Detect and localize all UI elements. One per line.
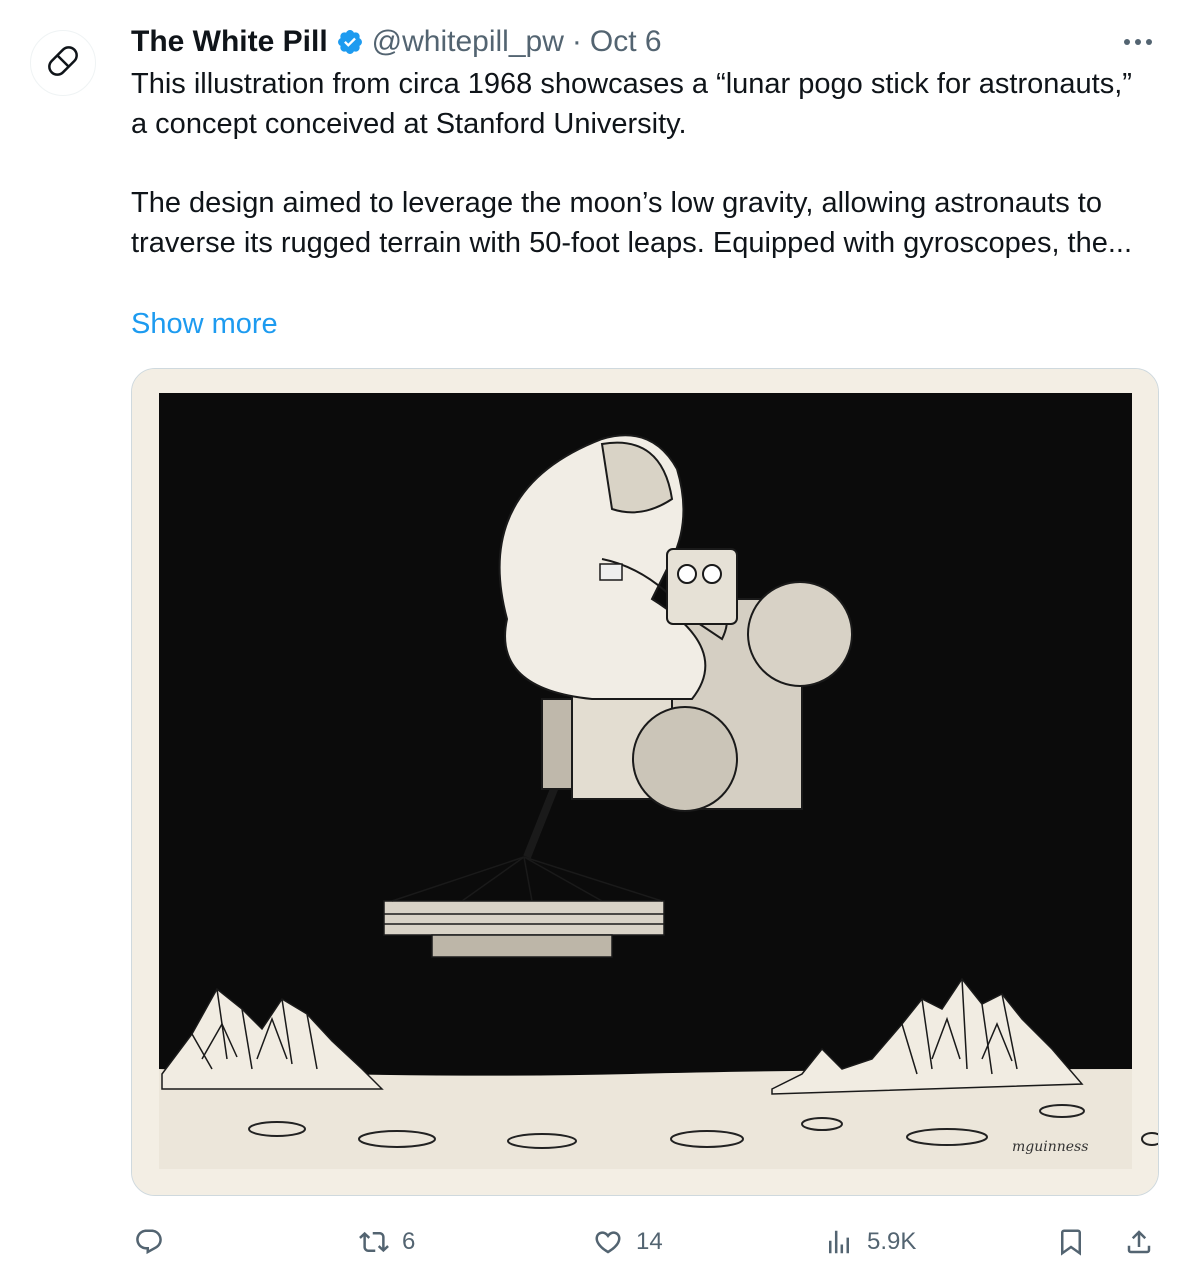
tweet-paragraph: This illustration from circa 1968 showca… bbox=[131, 68, 1132, 140]
pill-icon bbox=[41, 39, 85, 88]
reply-icon bbox=[131, 1224, 167, 1260]
tweet-actions: 6 14 5.9K bbox=[131, 1218, 1161, 1266]
verified-badge-icon bbox=[336, 28, 364, 56]
views-button[interactable]: 5.9K bbox=[821, 1218, 916, 1266]
artist-signature: mguinness bbox=[1012, 1139, 1088, 1155]
tweet-paragraph: The design aimed to leverage the moon’s … bbox=[131, 187, 1133, 259]
analytics-icon bbox=[821, 1224, 857, 1260]
share-icon bbox=[1121, 1224, 1157, 1260]
more-options-button[interactable] bbox=[1118, 22, 1158, 62]
tweet-media-image[interactable]: mguinness bbox=[131, 368, 1159, 1196]
author-name[interactable]: The White Pill bbox=[131, 25, 328, 59]
share-button[interactable] bbox=[1121, 1218, 1157, 1266]
views-count: 5.9K bbox=[867, 1228, 917, 1255]
tweet-header: The White Pill @whitepill_pw · Oct 6 bbox=[131, 20, 662, 64]
avatar[interactable] bbox=[30, 30, 96, 96]
separator-dot: · bbox=[571, 25, 582, 58]
bookmark-icon bbox=[1053, 1224, 1089, 1260]
bookmark-button[interactable] bbox=[1053, 1218, 1089, 1266]
repost-button[interactable]: 6 bbox=[356, 1218, 415, 1266]
illustration: mguinness bbox=[132, 369, 1158, 1195]
heart-icon bbox=[590, 1224, 626, 1260]
show-more-link[interactable]: Show more bbox=[131, 304, 278, 344]
reply-button[interactable] bbox=[131, 1218, 177, 1266]
like-count: 14 bbox=[636, 1228, 663, 1255]
like-button[interactable]: 14 bbox=[590, 1218, 663, 1266]
repost-icon bbox=[356, 1224, 392, 1260]
more-horizontal-icon bbox=[1123, 33, 1153, 51]
repost-count: 6 bbox=[402, 1228, 416, 1255]
tweet-text: This illustration from circa 1968 showca… bbox=[131, 64, 1141, 263]
tweet-timestamp[interactable]: Oct 6 bbox=[590, 25, 662, 59]
author-handle[interactable]: @whitepill_pw bbox=[372, 25, 564, 59]
